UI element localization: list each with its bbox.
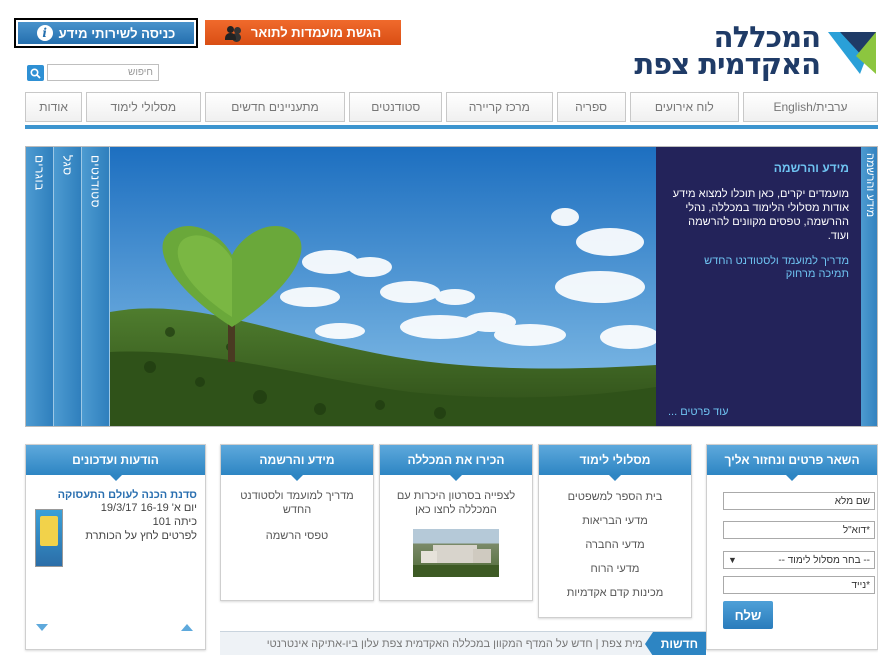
nav-item-library[interactable]: ספריה [556,92,626,122]
tab-staff-label: סגל [60,155,75,176]
main-nav: אודות מסלולי לימוד מתעניינים חדשים סטודנ… [25,92,878,122]
hero-side-tab-label: מידע והרשמה [864,153,876,218]
search-button[interactable] [27,65,44,81]
intro-video-link[interactable]: לצפייה בסרטון היכרות עם המכללה לחצו כאן [390,489,522,517]
update-poster-image[interactable] [35,509,63,567]
about-college-title: הכירו את המכללה [380,445,532,481]
phone-field[interactable] [723,576,875,594]
track-preacademic[interactable]: מכינות קדם אקדמיות [539,581,691,605]
study-tracks-widget: מסלולי לימוד בית הספר למשפטים מדעי הבריא… [538,444,692,618]
info-registration-title: מידע והרשמה [221,445,373,481]
nav-item-new-applicants[interactable]: מתעניינים חדשים [204,92,346,122]
search-icon [30,67,41,79]
nav-item-events[interactable]: לוח אירועים [629,92,739,122]
hero-panel-title: מידע והרשמה [773,161,849,175]
track-law[interactable]: בית הספר למשפטים [539,485,691,509]
hero-more-link[interactable]: עוד פרטים ... [668,406,729,418]
track-health[interactable]: מדעי הבריאות [539,509,691,533]
update-item-date: יום א' 16-19 19/3/17 [100,502,197,514]
info-icon: i [36,25,53,41]
visitors-info-button[interactable]: כניסה לשירותי מידע i [14,18,198,48]
update-item-more: לפרטים לחץ על הכותרת [85,530,197,542]
tab-graduates-label: בוגרים [32,155,47,191]
track-select[interactable]: -- בחר מסלול לימוד -- ▼ [723,551,875,569]
hero-image [110,147,656,426]
college-logo[interactable]: המכללה האקדמית צפת [628,20,878,84]
logo-line2: האקדמית צפת [634,47,821,81]
track-social[interactable]: מדעי החברה [539,533,691,557]
apply-degree-label: הגשת מועמדות לתואר [250,25,382,40]
track-humanities[interactable]: מדעי הרוח [539,557,691,581]
hero-side-tab[interactable]: מידע והרשמה [861,147,877,426]
contact-form-title: השאר פרטים ונחזור אליך [707,445,877,481]
news-label: חדשות [644,632,706,655]
tab-students[interactable]: סטודנטים [82,147,110,426]
study-tracks-title: מסלולי לימוד [539,445,691,481]
hero-info-panel: מידע והרשמה מועמדים יקרים, כאן תוכלו למצ… [656,147,861,426]
hero-panel-body: מועמדים יקרים, כאן תוכלו למצוא מידע אודו… [672,188,849,242]
apply-degree-button[interactable]: הגשת מועמדות לתואר [205,20,401,45]
update-item-title[interactable]: סדנת הכנה לעולם התעסוקה [34,489,197,501]
logo-mark-icon [828,32,876,74]
scroll-up-icon[interactable] [181,624,193,631]
people-icon [224,25,243,40]
hero-banner: בוגרים סגל סטודנטים מידע והרשמה מועמדים … [25,146,878,427]
news-ticker-text[interactable]: מית צפת | חדש על המדף המקוון במכללה האקד… [267,638,643,650]
nav-item-career-center[interactable]: מרכז קריירה [446,92,553,122]
hero-link-guide[interactable]: מדריך למועמד ולסטודנט החדש [666,255,849,268]
scroll-down-icon[interactable] [36,624,48,631]
tab-graduates[interactable]: בוגרים [26,147,54,426]
tab-staff[interactable]: סגל [54,147,82,426]
hero-link-remote-support[interactable]: תמיכה מרחוק [666,268,849,281]
nav-item-students[interactable]: סטודנטים [349,92,443,122]
campus-thumbnail[interactable] [413,529,499,577]
contact-form-widget: השאר פרטים ונחזור אליך -- בחר מסלול לימו… [706,444,878,650]
chevron-down-icon: ▼ [728,555,737,565]
track-select-value: -- בחר מסלול לימוד -- [778,554,870,566]
visitors-info-label: כניסה לשירותי מידע [58,25,176,41]
updates-title: הודעות ועדכונים [26,445,205,481]
update-item-room: כיתה 101 [152,516,197,528]
tab-students-label: סטודנטים [88,155,103,208]
registration-forms-link[interactable]: טפסי הרשמה [233,529,361,543]
news-ticker: חדשות מית צפת | חדש על המדף המקוון במכלל… [220,631,706,655]
about-college-widget: הכירו את המכללה לצפייה בסרטון היכרות עם … [379,444,533,601]
info-registration-widget: מידע והרשמה מדריך למועמד ולסטודנט החדש ט… [220,444,374,601]
email-field[interactable] [723,521,875,539]
nav-divider [25,125,878,129]
nav-item-tracks[interactable]: מסלולי לימוד [86,92,201,122]
nav-item-language[interactable]: ערבית/English [742,92,878,122]
guide-link[interactable]: מדריך למועמד ולסטודנט החדש [233,489,361,517]
nav-item-about[interactable]: אודות [25,92,83,122]
full-name-field[interactable] [723,492,875,510]
search-input[interactable] [47,64,159,81]
page: המכללה האקדמית צפת כניסה לשירותי מידע i … [0,0,878,655]
send-button[interactable]: שלח [723,601,773,629]
updates-widget: הודעות ועדכונים סדנת הכנה לעולם התעסוקה … [25,444,206,650]
